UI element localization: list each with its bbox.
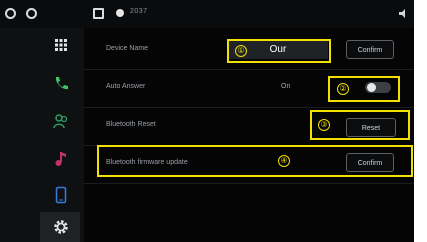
annotation-marker-4: ④ xyxy=(278,155,290,167)
status-dot-icon xyxy=(116,9,124,17)
annotation-marker-3: ③ xyxy=(318,119,330,131)
music-icon[interactable] xyxy=(52,150,70,168)
screen: 2037 Device Name Our Confirm Auto Answer… xyxy=(0,0,414,242)
annotation-box-4 xyxy=(97,145,413,177)
sidebar xyxy=(0,28,84,242)
status-bar: 2037 xyxy=(0,0,414,28)
phone-icon[interactable] xyxy=(52,74,70,92)
annotation-marker-2: ② xyxy=(337,83,349,95)
device-name-confirm-button[interactable]: Confirm xyxy=(346,40,394,59)
volume-icon xyxy=(399,9,405,18)
status-time: 2037 xyxy=(130,8,148,15)
circle-icon[interactable] xyxy=(5,8,16,19)
bluetooth-reset-label: Bluetooth Reset xyxy=(106,121,156,128)
grid-icon[interactable] xyxy=(52,36,70,54)
annotation-marker-1: ① xyxy=(235,45,247,57)
recent-apps-icon[interactable] xyxy=(93,8,104,19)
device-icon[interactable] xyxy=(52,186,70,204)
auto-answer-state: On xyxy=(281,83,291,90)
home-icon[interactable] xyxy=(26,8,37,19)
device-name-label: Device Name xyxy=(106,45,149,52)
contacts-icon[interactable] xyxy=(52,112,70,130)
settings-icon[interactable] xyxy=(52,218,70,236)
auto-answer-label: Auto Answer xyxy=(106,83,146,90)
